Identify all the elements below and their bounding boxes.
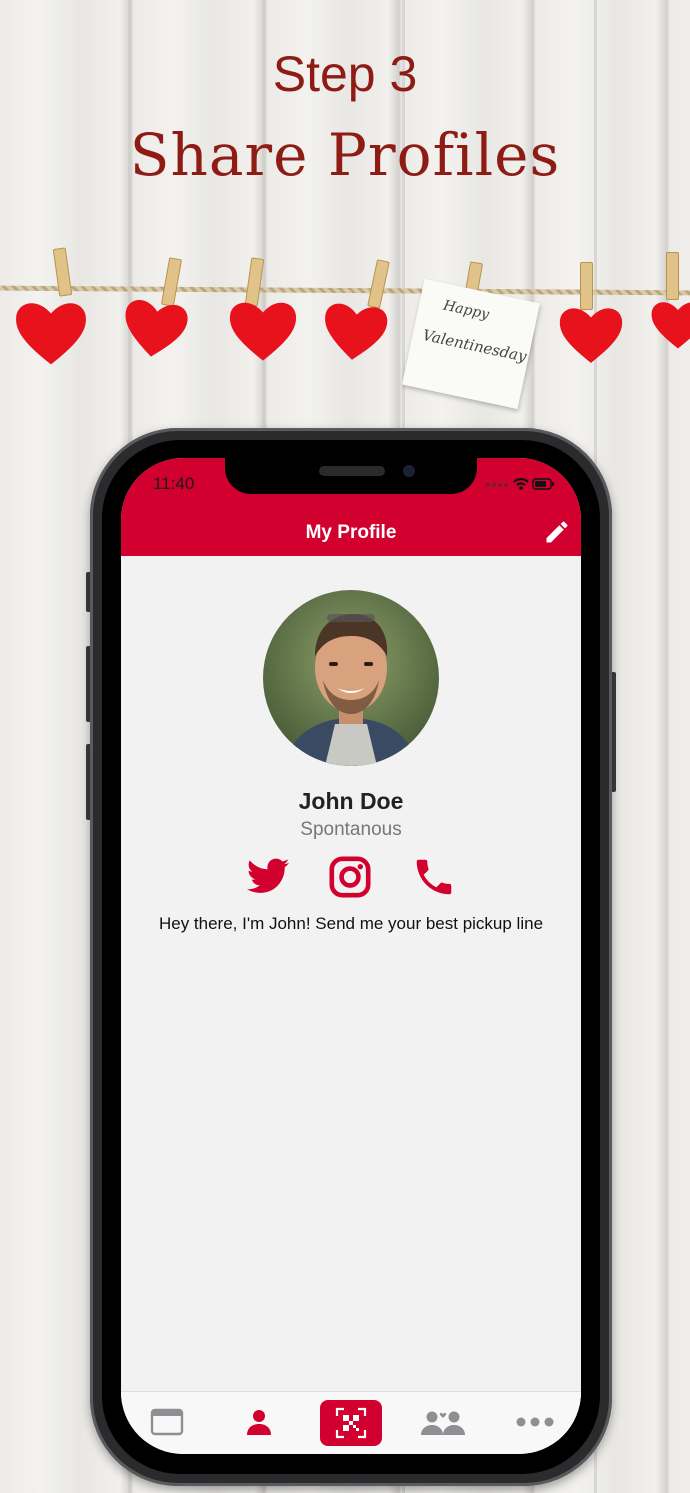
profile-tagline: Spontanous: [300, 819, 402, 840]
status-time: 11:40: [153, 474, 195, 493]
qr-scan-icon: [335, 1407, 367, 1439]
heart-icon: [229, 302, 297, 361]
profile-bio: Hey there, I'm John! Send me your best p…: [158, 914, 544, 933]
status-icons: [486, 478, 554, 490]
pencil-icon[interactable]: [543, 518, 571, 546]
note-line-happy: Happy: [441, 297, 491, 323]
browser-window-icon: [150, 1408, 184, 1436]
tab-browse[interactable]: [121, 1392, 213, 1454]
couple-icon: [421, 1411, 465, 1435]
instagram-icon[interactable]: [327, 854, 373, 900]
heart-icon: [651, 302, 690, 349]
heart-icon: [325, 303, 388, 360]
battery-icon: [532, 478, 554, 490]
wifi-icon: [513, 478, 529, 490]
signal-icon: [486, 483, 508, 487]
header-title: My Profile: [305, 522, 397, 543]
tab-more[interactable]: [489, 1392, 581, 1454]
valentines-note: Happy Valentinesday: [402, 278, 540, 410]
tab-bar: [121, 1391, 581, 1454]
phone-icon[interactable]: [411, 854, 457, 900]
notch: [225, 458, 477, 494]
tab-matches[interactable]: [397, 1392, 489, 1454]
heart-icon: [559, 308, 623, 363]
earpiece: [319, 466, 385, 476]
more-dots-icon: [516, 1417, 554, 1427]
phone-screen: 11:40 My Profile John Doe Spontanous Hey…: [121, 458, 581, 1454]
scan-qr-button[interactable]: [320, 1400, 382, 1446]
heart-icon: [16, 303, 86, 365]
user-icon: [247, 1410, 271, 1435]
avatar: [263, 590, 439, 766]
front-camera: [403, 465, 415, 477]
tab-profile[interactable]: [213, 1392, 305, 1454]
share-profiles-title: Share Profiles: [129, 121, 561, 189]
heart-icon: [125, 300, 188, 357]
twitter-icon[interactable]: [245, 854, 291, 900]
profile-name: John Doe: [298, 788, 404, 814]
note-line-valentines: Valentinesday: [420, 325, 529, 366]
step-title: Step 3: [272, 46, 418, 102]
